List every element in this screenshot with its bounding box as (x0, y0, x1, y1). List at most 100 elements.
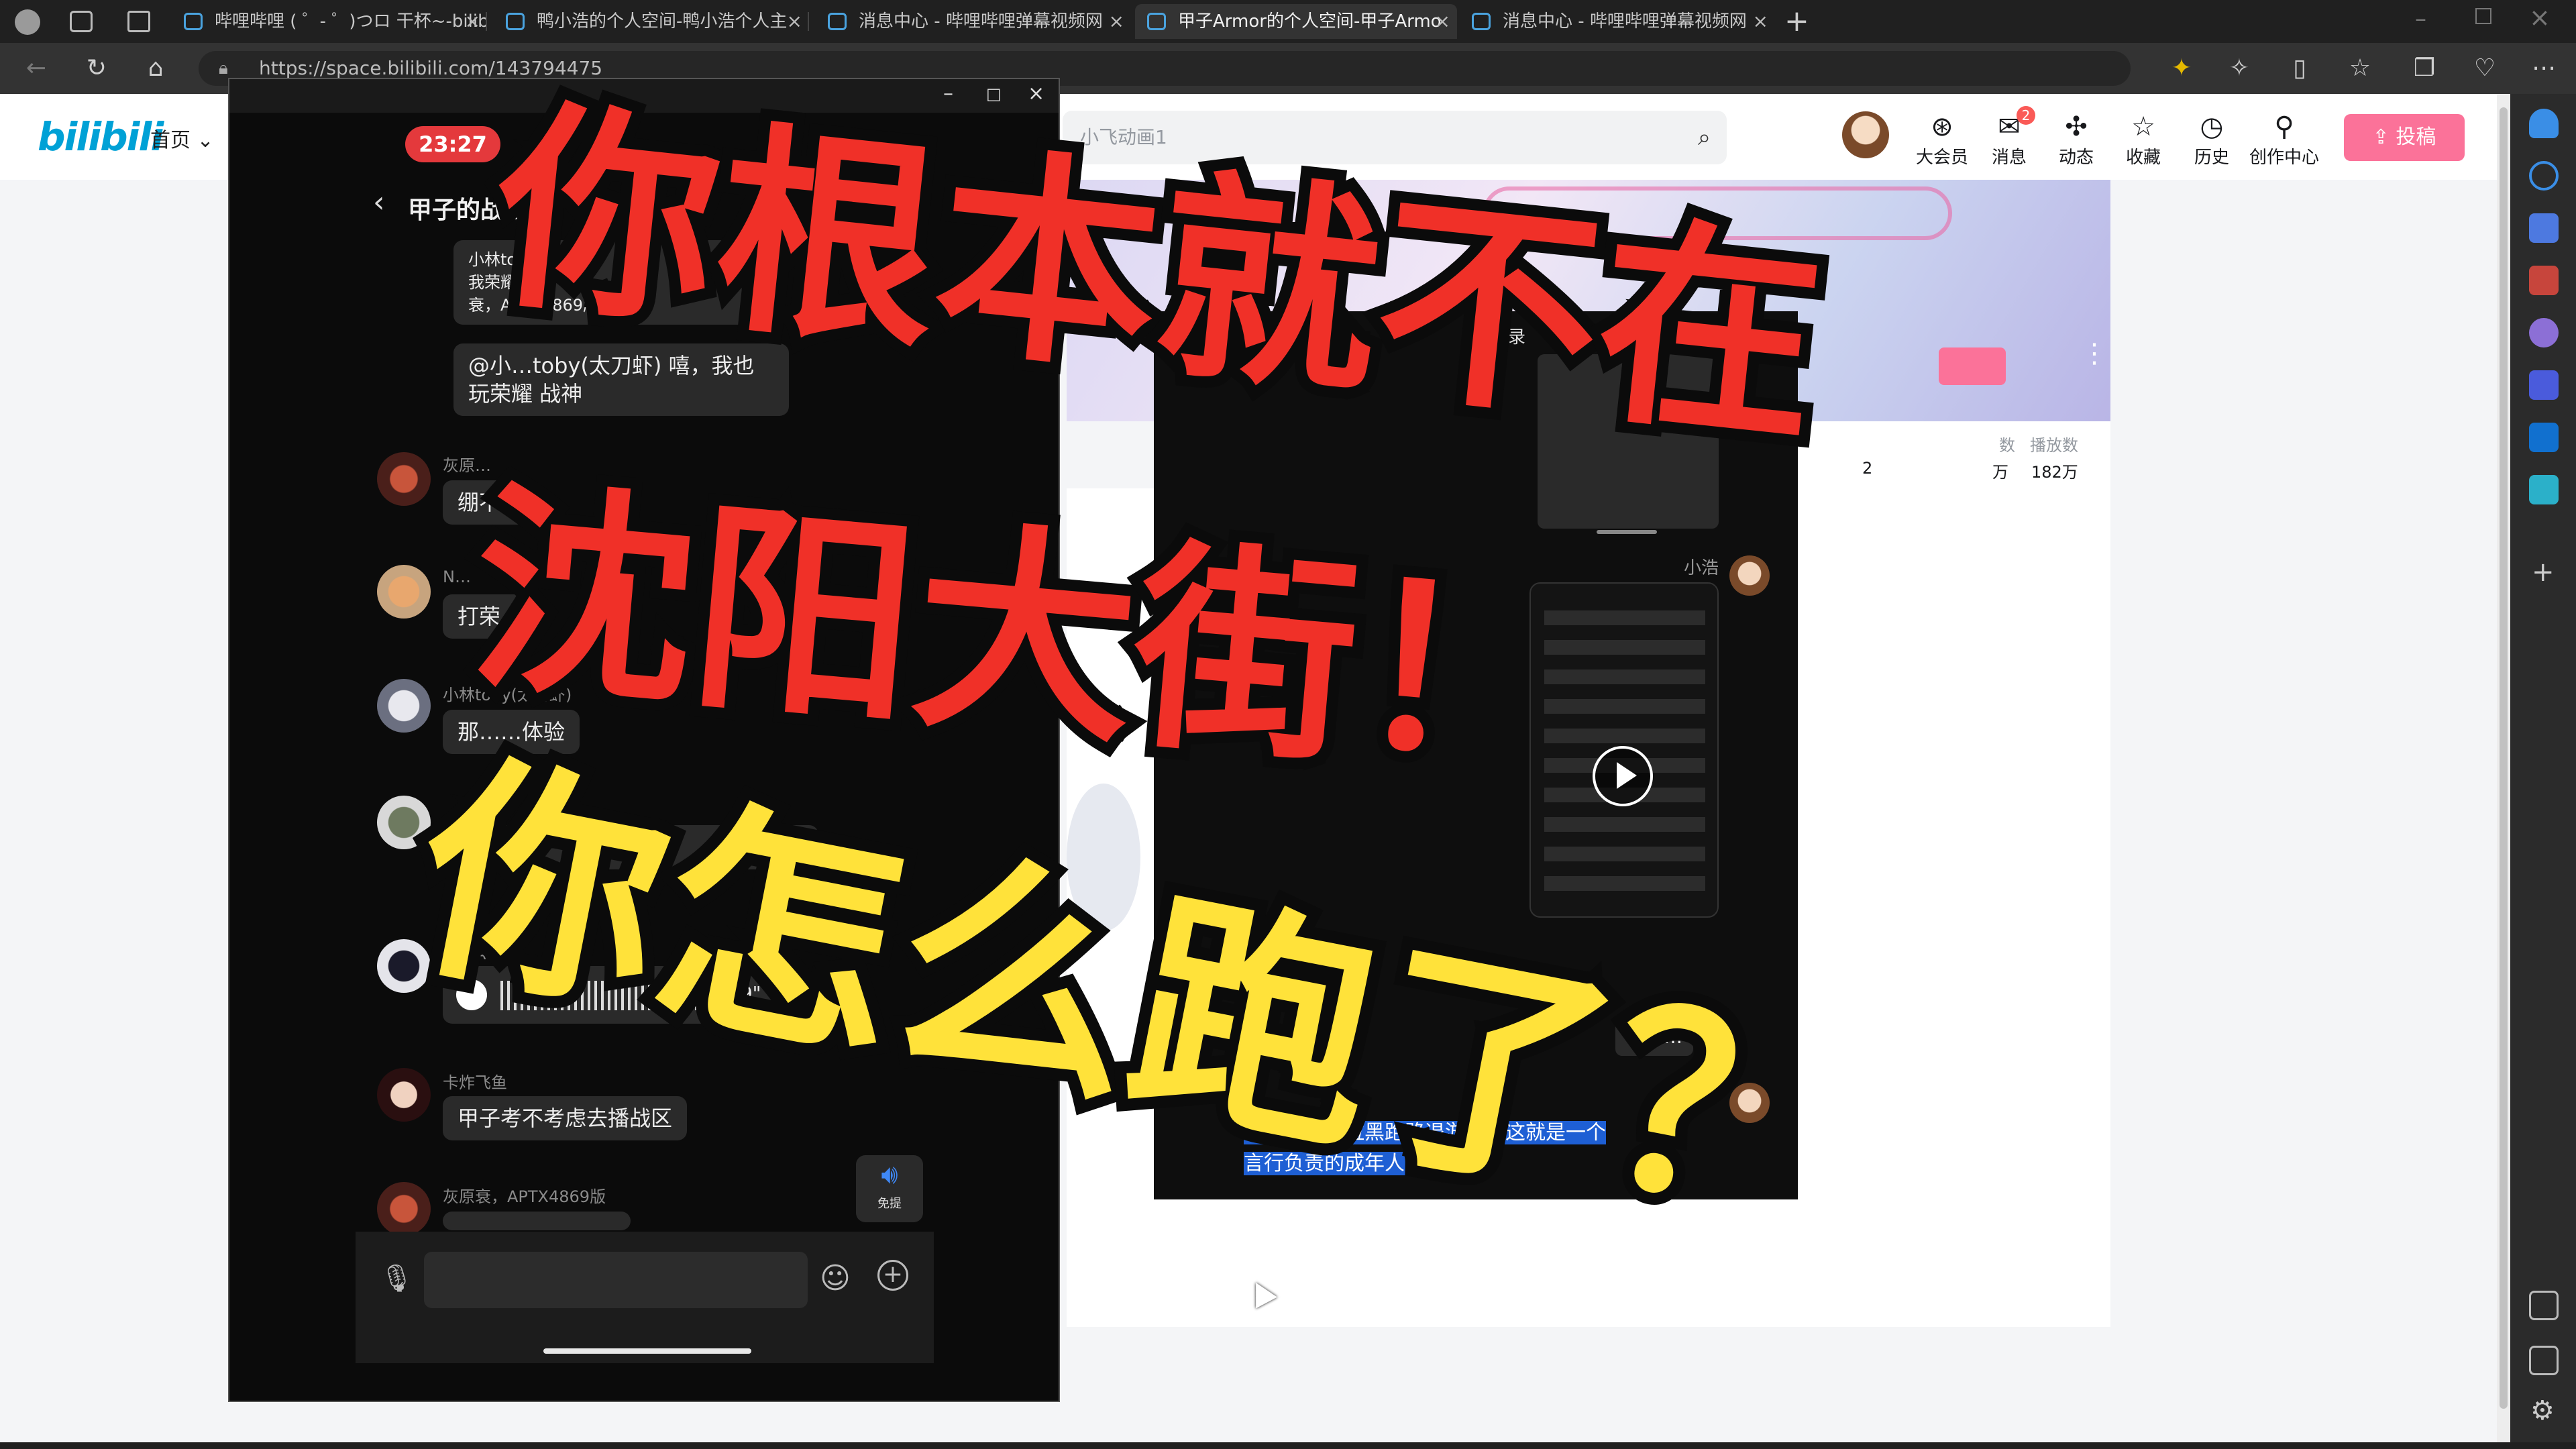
favorites-icon[interactable]: ☆ (2341, 51, 2379, 86)
header-creator-label: 创作中心 (2249, 148, 2319, 168)
minimize-window-icon[interactable]: – (2415, 5, 2426, 32)
header-message-label: 消息 (1991, 148, 2027, 168)
back-icon[interactable]: ← (17, 51, 55, 86)
workspaces-icon[interactable] (70, 11, 93, 32)
open-external-icon[interactable] (2529, 1346, 2559, 1375)
nav-home-label: 首页 (150, 129, 191, 152)
header-message[interactable]: ✉ 消息 2 (1979, 106, 2039, 168)
tab-bar: 哔哩哔哩 ( ゜- ゜)つロ 干杯~-bilib × 鸭小浩的个人空间-鸭小浩个… (0, 0, 2576, 43)
tab-3-label: 甲子Armor的个人空间-甲子Armo (1178, 11, 1442, 32)
sender-name: 灰原衰，APTX4869版 (443, 1187, 606, 1206)
people-icon[interactable] (2529, 318, 2559, 347)
tab-close-icon[interactable]: × (1109, 4, 1124, 39)
browser-essentials-icon[interactable]: ♡ (2466, 51, 2504, 86)
new-tab-icon[interactable]: + (1784, 4, 1809, 38)
avatar[interactable] (377, 679, 431, 733)
more-options-icon[interactable]: ⋮ (2081, 338, 2108, 369)
sender-name: N… (443, 568, 471, 586)
stat-value-1: 2 (1862, 459, 1873, 478)
lock-icon: 🔒︎ (219, 58, 228, 78)
tab-close-icon[interactable]: × (465, 4, 480, 39)
extensions-puzzle-icon[interactable]: ✧ (2220, 51, 2258, 86)
collections-icon[interactable]: ❐ (2406, 51, 2443, 86)
vip-icon: ⊛ (1931, 111, 1953, 142)
browser-sidebar: + ⚙ (2510, 94, 2576, 1449)
emoji-icon[interactable]: ☺ (820, 1261, 851, 1295)
bottom-edge (0, 1442, 2576, 1449)
extension-icon[interactable]: ✦ (2163, 51, 2200, 86)
sender-name: 卡炸飞鱼 (443, 1073, 507, 1092)
upload-label: 投稿 (2396, 125, 2436, 149)
stat-value-3: 182万 (2031, 463, 2078, 482)
tab-4-label: 消息中心 - 哔哩哔哩弹幕视频网 (1503, 11, 1747, 32)
small-avatar (1729, 555, 1770, 596)
tab-actions-icon[interactable] (127, 11, 150, 32)
notification-icon[interactable] (2529, 109, 2559, 138)
toolbox-icon[interactable] (2529, 266, 2559, 295)
user-avatar[interactable] (1842, 111, 1889, 158)
chat-input-field[interactable] (424, 1252, 808, 1308)
tag-icon[interactable] (2529, 213, 2559, 243)
profile-icon[interactable] (15, 9, 40, 35)
small-name: 小浩 (1684, 558, 1719, 578)
tab-close-icon[interactable]: × (1435, 4, 1450, 39)
speaker-label: 免提 (877, 1197, 902, 1211)
tab-2-label: 消息中心 - 哔哩哔哩弹幕视频网 (859, 11, 1103, 32)
header-vip[interactable]: ⊛ 大会员 (1912, 110, 1972, 168)
tab-2[interactable]: 消息中心 - 哔哩哔哩弹幕视频网 × (816, 4, 1131, 39)
search-sidebar-icon[interactable] (2529, 161, 2559, 191)
favorite-icon: ☆ (2131, 111, 2155, 142)
speaker-icon: 🔊︎ (881, 1159, 898, 1190)
refresh-icon[interactable]: ↻ (78, 51, 115, 86)
add-attachment-icon[interactable]: + (877, 1260, 908, 1291)
tab-3-active[interactable]: 甲子Armor的个人空间-甲子Armo × (1135, 4, 1457, 39)
avatar[interactable] (377, 565, 431, 619)
tab-close-icon[interactable]: × (787, 4, 802, 39)
screenshot-icon[interactable] (2529, 1291, 2559, 1320)
avatar[interactable] (377, 796, 431, 849)
nav-home[interactable]: 首页 ⌄ (150, 123, 214, 153)
outlook-icon[interactable] (2529, 423, 2559, 452)
speaker-toggle[interactable]: 🔊︎ 免提 (856, 1155, 923, 1222)
microphone-icon[interactable]: 🎙︎ (380, 1263, 414, 1294)
home-icon[interactable]: ⌂ (137, 51, 174, 86)
avatar[interactable] (377, 452, 431, 506)
header-dynamic[interactable]: ✣ 动态 (2046, 110, 2106, 168)
avatar[interactable] (377, 1182, 431, 1236)
split-screen-icon[interactable]: ▯ (2281, 51, 2318, 86)
header-history[interactable]: ◷ 历史 (2182, 110, 2242, 168)
restore-window-icon[interactable] (2475, 8, 2491, 24)
tab-0-label: 哔哩哔哩 ( ゜- ゜)つロ 干杯~-bilib (215, 11, 487, 32)
stat-value-2: 万 (1992, 463, 2008, 482)
play-icon[interactable] (1593, 746, 1653, 806)
tab-1-label: 鸭小浩的个人空间-鸭小浩个人主 (537, 11, 788, 32)
bilibili-logo[interactable]: bilibili (38, 114, 164, 160)
inner-card-bar (1597, 530, 1657, 534)
add-sidebar-icon[interactable]: + (2532, 557, 2555, 588)
page-scrollbar-thumb[interactable] (2500, 107, 2508, 1409)
tab-close-icon[interactable]: × (1753, 4, 1768, 39)
message-badge: 2 (2017, 106, 2035, 125)
send-icon[interactable] (2529, 475, 2559, 504)
home-indicator (543, 1348, 751, 1354)
tab-0[interactable]: 哔哩哔哩 ( ゜- ゜)つロ 干杯~-bilib × (172, 4, 487, 39)
tab-4[interactable]: 消息中心 - 哔哩哔哩弹幕视频网 × (1460, 4, 1775, 39)
upload-button[interactable]: ⇪ 投稿 (2344, 114, 2465, 161)
copilot-icon[interactable] (2529, 370, 2559, 400)
header-history-label: 历史 (2194, 148, 2229, 168)
header-creator[interactable]: ⚲ 创作中心 (2247, 110, 2321, 168)
space-stats: 数 播放数 2 万 182万 (1791, 421, 2110, 488)
follow-button[interactable] (1939, 347, 2006, 385)
more-menu-icon[interactable]: ⋯ (2525, 51, 2563, 86)
close-window-icon[interactable]: × (2529, 3, 2551, 32)
avatar[interactable] (377, 1068, 431, 1122)
header-vip-label: 大会员 (1915, 148, 1968, 168)
history-icon: ◷ (2200, 111, 2224, 142)
back-chevron-icon[interactable]: ‹ (373, 185, 385, 219)
stat-label-1: 数 (1999, 436, 2015, 455)
settings-icon[interactable]: ⚙ (2530, 1395, 2555, 1426)
stat-label-2: 播放数 (2030, 436, 2078, 455)
bilibili-tab-icon (1472, 13, 1491, 30)
upload-icon: ⇪ (2372, 125, 2396, 149)
header-favorite[interactable]: ☆ 收藏 (2113, 110, 2174, 168)
